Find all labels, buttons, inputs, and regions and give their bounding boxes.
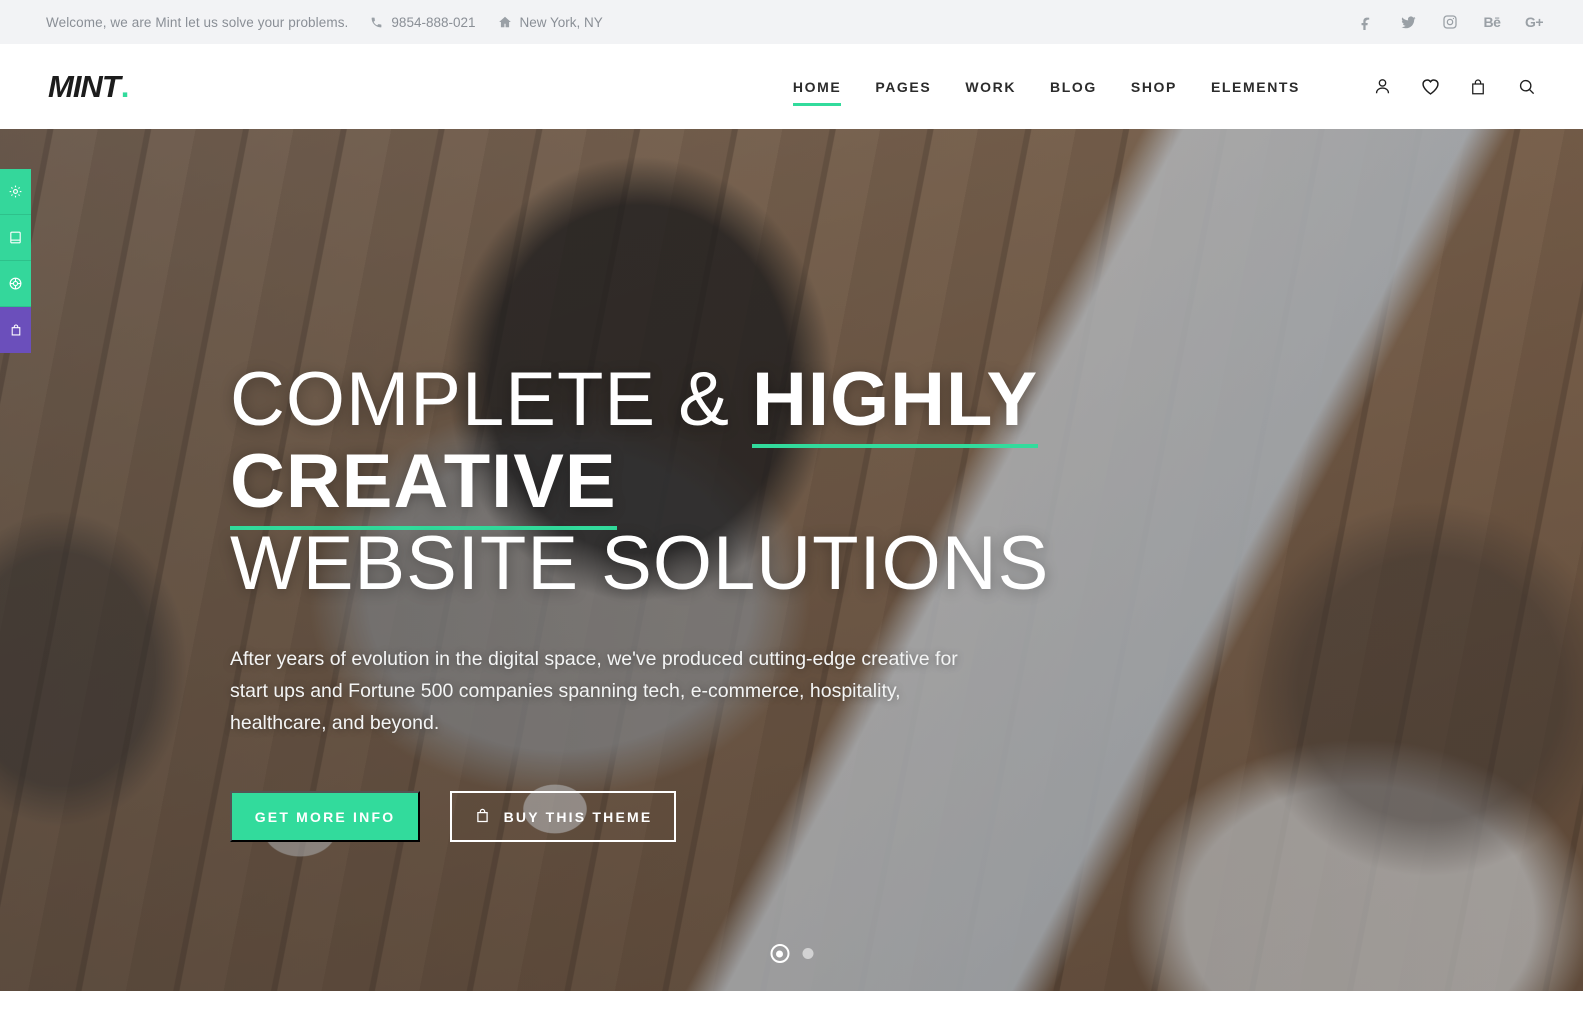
welcome-message: Welcome, we are Mint let us solve your p…	[46, 14, 349, 30]
facebook-icon[interactable]	[1357, 13, 1375, 31]
header-action-icons	[1365, 70, 1543, 104]
hero-slider: COMPLETE & HIGHLY CREATIVE WEBSITE SOLUT…	[0, 129, 1583, 991]
home-icon	[498, 15, 512, 29]
get-more-info-button[interactable]: GET MORE INFO	[230, 791, 420, 842]
hero-subtitle: After years of evolution in the digital …	[230, 648, 958, 734]
hero-headline-part1: COMPLETE &	[230, 357, 730, 442]
buy-this-theme-button[interactable]: BUY THIS THEME	[450, 791, 676, 842]
nav-item-blog[interactable]: BLOG	[1033, 69, 1114, 105]
search-icon[interactable]	[1509, 70, 1543, 104]
support-lifebuoy-icon[interactable]	[0, 261, 31, 307]
hero-headline-part2: WEBSITE SOLUTIONS	[230, 521, 1050, 606]
logo-text: MINT	[48, 68, 121, 104]
location-text: New York, NY	[519, 14, 603, 30]
shopping-bag-icon[interactable]	[1461, 70, 1495, 104]
buy-this-theme-label: BUY THIS THEME	[503, 808, 653, 825]
primary-navigation: HOME PAGES WORK BLOG SHOP ELEMENTS	[776, 69, 1317, 106]
location-info: New York, NY	[498, 15, 603, 30]
google-plus-icon[interactable]: G+	[1525, 13, 1544, 31]
site-logo[interactable]: MINT .	[48, 68, 130, 105]
social-links: Bē G+	[1357, 13, 1544, 31]
hero-headline: COMPLETE & HIGHLY CREATIVE WEBSITE SOLUT…	[230, 357, 1090, 606]
behance-icon[interactable]: Bē	[1483, 13, 1501, 31]
account-icon[interactable]	[1365, 70, 1399, 104]
slider-dot-1[interactable]	[770, 944, 789, 963]
topbar-left-group: Welcome, we are Mint let us solve your p…	[46, 15, 603, 30]
logo-dot: .	[120, 68, 130, 104]
twitter-icon[interactable]	[1399, 13, 1417, 31]
layout-page-icon[interactable]	[0, 215, 31, 261]
wishlist-heart-icon[interactable]	[1413, 70, 1447, 104]
settings-gear-icon[interactable]	[0, 169, 31, 215]
slider-pagination	[770, 944, 813, 963]
nav-item-shop[interactable]: SHOP	[1114, 69, 1194, 105]
hero-cta-group: GET MORE INFO BUY THIS THEME	[230, 791, 1090, 842]
nav-item-elements[interactable]: ELEMENTS	[1194, 69, 1317, 105]
nav-item-work[interactable]: WORK	[948, 69, 1033, 105]
instagram-icon[interactable]	[1441, 13, 1459, 31]
top-info-bar: Welcome, we are Mint let us solve your p…	[0, 0, 1583, 44]
floating-side-toolbar	[0, 169, 31, 353]
phone-icon	[370, 16, 383, 29]
main-header: MINT . HOME PAGES WORK BLOG SHOP ELEMENT…	[0, 44, 1583, 129]
slider-dot-2[interactable]	[802, 948, 813, 959]
phone-number: 9854-888-021	[391, 14, 476, 30]
purchase-bag-icon[interactable]	[0, 307, 31, 353]
shopping-bag-icon	[474, 807, 491, 827]
next-section-placeholder	[0, 991, 1583, 1036]
nav-item-home[interactable]: HOME	[776, 69, 858, 106]
phone-contact[interactable]: 9854-888-021	[370, 14, 476, 30]
nav-item-pages[interactable]: PAGES	[858, 69, 948, 105]
hero-content: COMPLETE & HIGHLY CREATIVE WEBSITE SOLUT…	[230, 357, 1090, 842]
